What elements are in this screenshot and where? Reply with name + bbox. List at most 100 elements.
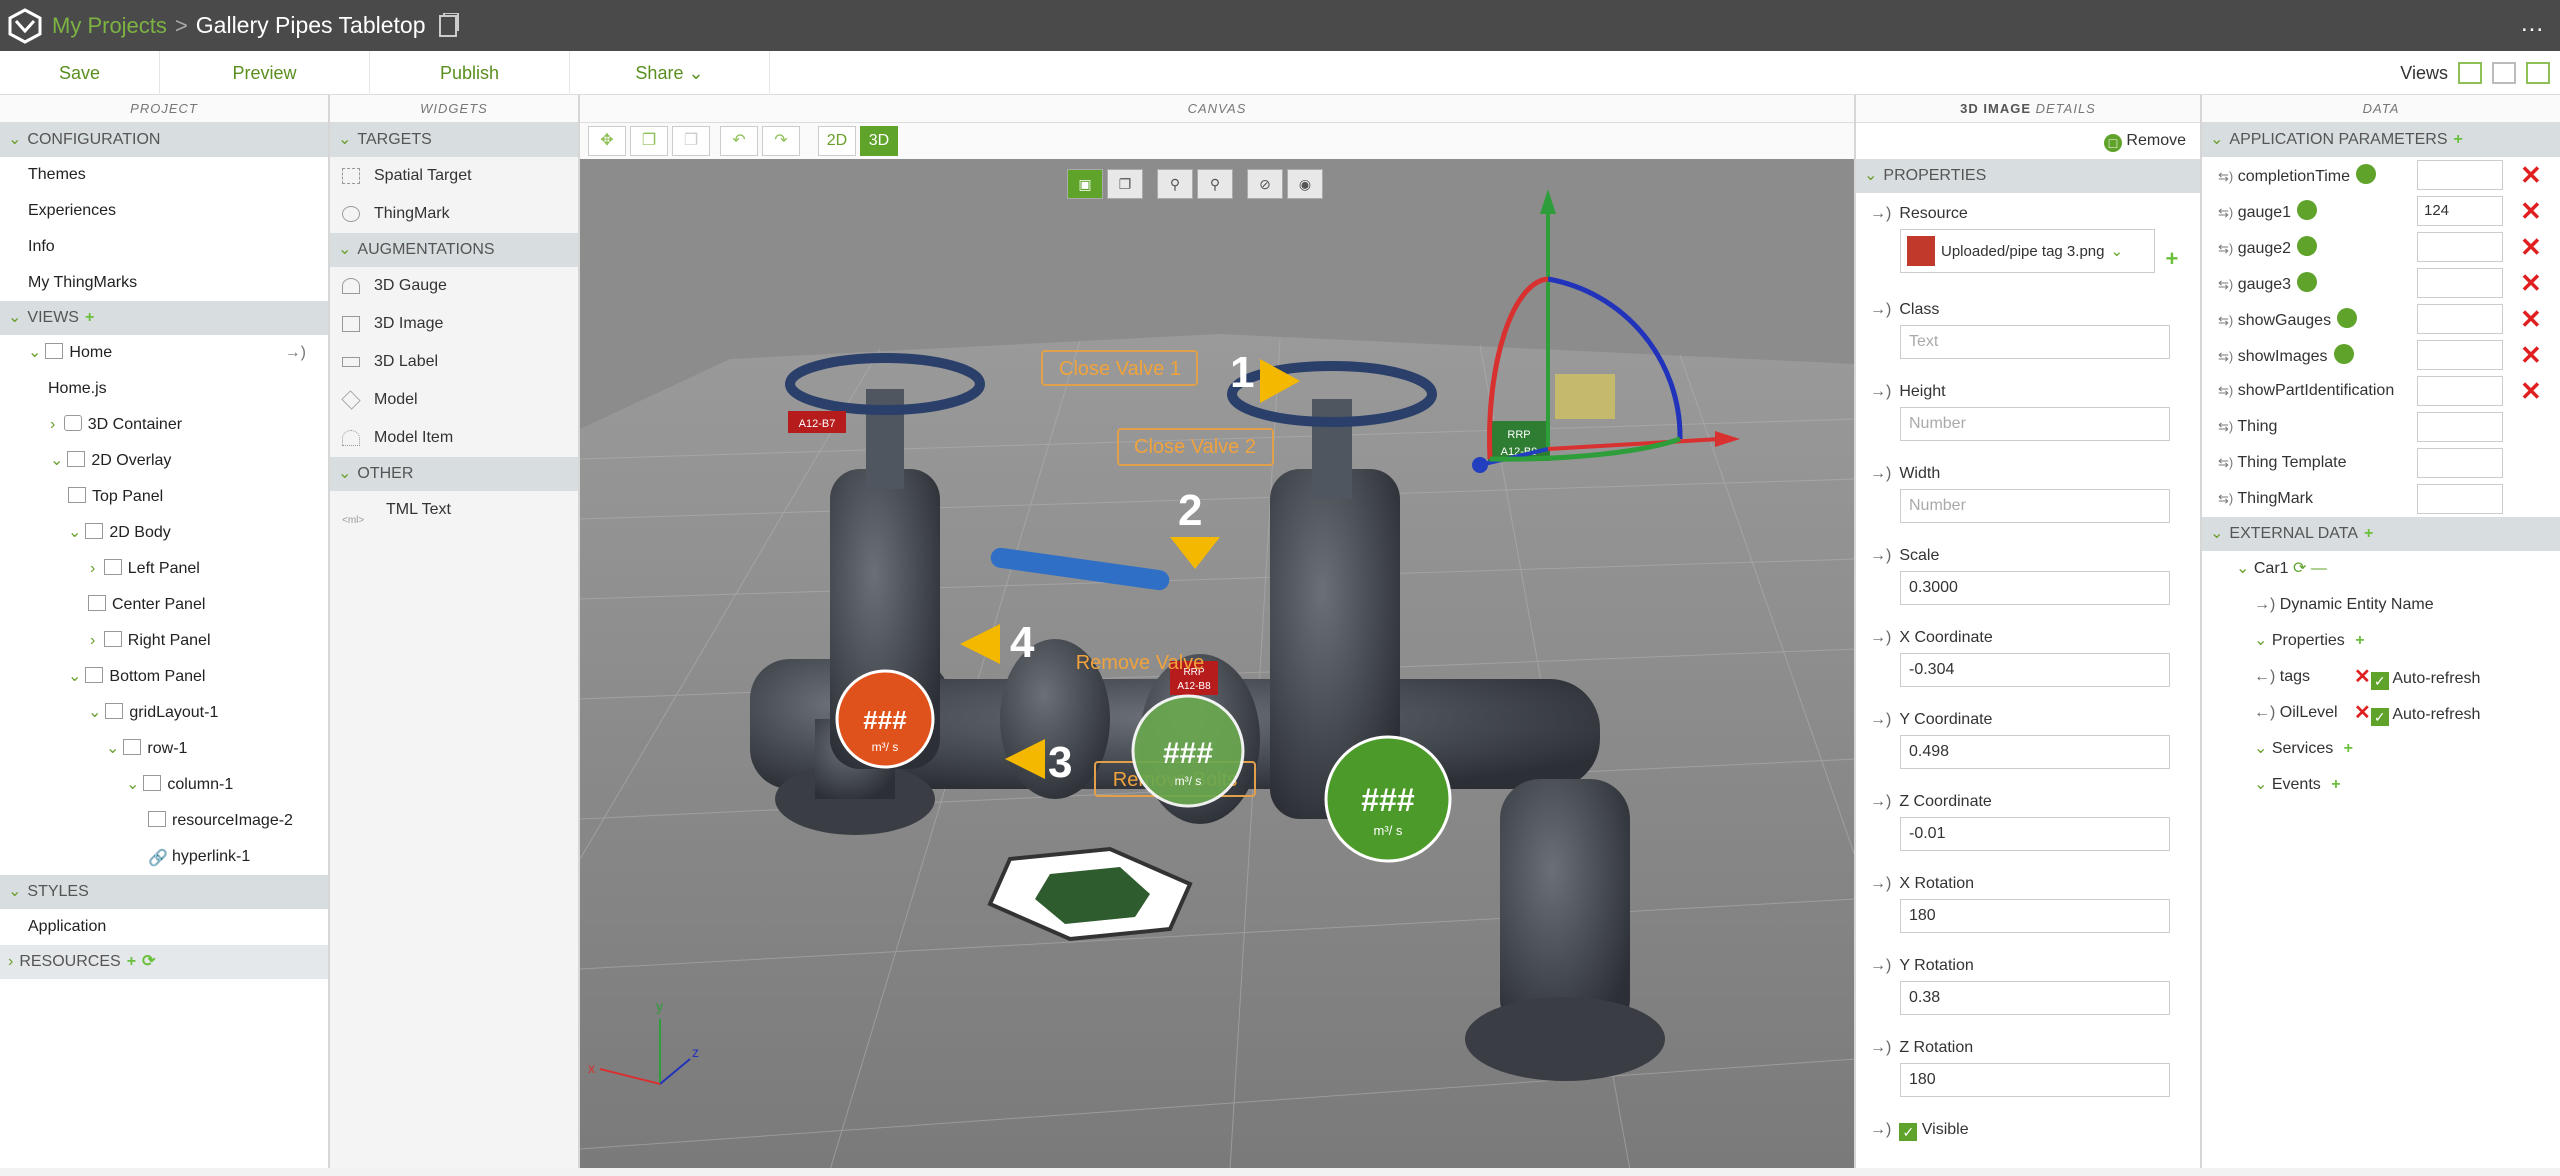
parameter-row[interactable]: ⇆) gauge2 ✕ [2202,229,2560,265]
resources-section[interactable]: › RESOURCES + ⟳ [0,945,328,979]
parameter-value-input[interactable] [2417,160,2503,190]
hide-icon[interactable]: ⊘ [1247,169,1283,199]
view-3d-icon[interactable]: ▣ [1067,169,1103,199]
tree-row[interactable]: ⌄ row-1 [0,731,328,767]
widget-3d-gauge[interactable]: 3D Gauge [330,267,578,305]
mode-3d-button[interactable]: 3D [860,126,898,156]
widget-3d-image[interactable]: 3D Image [330,305,578,343]
add-service-icon[interactable]: + [2344,740,2353,757]
parameter-row[interactable]: ⇆) ThingMark [2202,481,2560,517]
field-input[interactable]: Number [1900,407,2170,441]
delete-parameter-icon[interactable]: ✕ [2520,376,2542,406]
tree-left-panel[interactable]: › Left Panel [0,551,328,587]
field-input[interactable]: -0.304 [1900,653,2170,687]
chevron-down-icon[interactable]: ⌄ [88,704,101,721]
save-button[interactable]: Save [0,50,160,95]
field-input[interactable]: 180 [1900,899,2170,933]
add-property-icon[interactable]: + [2355,632,2364,649]
add-external-data-icon[interactable]: + [2364,525,2373,542]
view-2d-icon[interactable]: ❐ [1107,169,1143,199]
chevron-right-icon[interactable]: › [90,632,95,649]
parameter-value-input[interactable] [2417,484,2503,514]
add-resource-icon[interactable]: + [2165,246,2178,271]
delete-parameter-icon[interactable]: ✕ [2520,304,2542,334]
remove-button[interactable]: □ Remove [1856,123,2200,159]
navigate-arrow-icon[interactable]: →) [285,335,306,371]
property-tags-row[interactable]: ←) tags ✕ ✓ Auto-refresh [2202,659,2560,695]
delete-parameter-icon[interactable]: ✕ [2520,268,2542,298]
binding-arrow-icon[interactable]: →) [1870,1121,1891,1138]
parameter-value-input[interactable] [2417,268,2503,298]
parameter-row[interactable]: ⇆) completionTime ✕ [2202,157,2560,193]
parameter-value-input[interactable] [2417,304,2503,334]
tree-center-panel[interactable]: Center Panel [0,587,328,623]
view-bottom-panel-icon[interactable] [2492,62,2516,84]
widget-3d-label[interactable]: 3D Label [330,343,578,381]
widget-model[interactable]: Model [330,381,578,419]
tree-2d-overlay[interactable]: ⌄ 2D Overlay [0,443,328,479]
parameter-row[interactable]: ⇆) showPartIdentification ✕ [2202,373,2560,409]
view-right-panel-icon[interactable] [2526,62,2550,84]
publish-button[interactable]: Publish [370,50,570,95]
dynamic-entity-row[interactable]: →) Dynamic Entity Name [2202,587,2560,623]
parameter-value-input[interactable] [2417,448,2503,478]
binding-arrow-icon[interactable]: →) [1870,711,1891,728]
parameter-row[interactable]: ⇆) gauge1 124 ✕ [2202,193,2560,229]
binding-arrow-icon[interactable]: →) [1870,301,1891,318]
widget-model-item[interactable]: Model Item [330,419,578,457]
parameter-value-input[interactable] [2417,232,2503,262]
services-node[interactable]: ⌄ Services + [2202,731,2560,767]
parameter-row[interactable]: ⇆) Thing Template [2202,445,2560,481]
tree-grid-layout[interactable]: ⌄ gridLayout-1 [0,695,328,731]
refresh-icon[interactable]: ⟳ [142,953,155,970]
config-item-experiences[interactable]: Experiences [0,193,328,229]
configuration-section[interactable]: ⌄ CONFIGURATION [0,123,328,157]
targets-section[interactable]: ⌄ TARGETS [330,123,578,157]
events-node[interactable]: ⌄ Events + [2202,767,2560,803]
tree-2d-body[interactable]: ⌄ 2D Body [0,515,328,551]
parameter-value-input[interactable]: 124 [2417,196,2503,226]
3d-scene[interactable]: A12-B7 RRP A12-B9 RRP A12-B8 Close Valve… [580,159,1856,1168]
remove-tags-icon[interactable]: ✕ [2354,666,2371,688]
chevron-down-icon[interactable]: ⌄ [50,452,63,469]
share-button[interactable]: Share ⌄ [570,50,770,95]
tree-home[interactable]: ⌄ Home →) [0,335,328,371]
delete-parameter-icon[interactable]: ✕ [2520,160,2542,190]
binding-arrow-icon[interactable]: →) [1870,547,1891,564]
binding-arrow-icon[interactable]: →) [1870,383,1891,400]
document-icon[interactable] [438,12,460,39]
field-input[interactable]: 0.38 [1900,981,2170,1015]
mode-2d-button[interactable]: 2D [818,126,856,156]
parameter-value-input[interactable] [2417,340,2503,370]
binding-arrow-icon[interactable]: →) [1870,205,1891,222]
more-menu-button[interactable]: ... [2521,10,2544,38]
widget-thingmark[interactable]: ThingMark [330,195,578,233]
delete-parameter-icon[interactable]: ✕ [2520,196,2542,226]
field-input[interactable]: Text [1900,325,2170,359]
copy-icon[interactable]: ❐ [630,126,668,156]
redo-icon[interactable]: ↷ [762,126,800,156]
show-icon[interactable]: ◉ [1287,169,1323,199]
undo-icon[interactable]: ↶ [720,126,758,156]
properties-node[interactable]: ⌄ Properties + [2202,623,2560,659]
parameter-row[interactable]: ⇆) Thing [2202,409,2560,445]
resource-select[interactable]: Uploaded/pipe tag 3.png ⌄ [1900,229,2155,273]
config-item-thingmarks[interactable]: My ThingMarks [0,265,328,301]
augmentations-section[interactable]: ⌄ AUGMENTATIONS [330,233,578,267]
preview-button[interactable]: Preview [160,50,370,95]
parameter-value-input[interactable] [2417,376,2503,406]
chevron-right-icon[interactable]: › [50,416,55,433]
binding-arrow-icon[interactable]: →) [1870,1039,1891,1056]
add-resource-icon[interactable]: + [127,953,136,970]
chevron-down-icon[interactable]: ⌄ [2110,242,2123,260]
other-section[interactable]: ⌄ OTHER [330,457,578,491]
field-input[interactable]: 0.3000 [1900,571,2170,605]
add-parameter-icon[interactable]: + [2454,131,2463,148]
tree-right-panel[interactable]: › Right Panel [0,623,328,659]
edit-pencil-icon[interactable] [2333,344,2354,364]
field-input[interactable]: 180 [1900,1063,2170,1097]
binding-arrow-icon[interactable]: →) [1870,793,1891,810]
edit-pencil-icon[interactable] [2297,236,2318,256]
edit-pencil-icon[interactable] [2297,272,2318,292]
field-input[interactable]: -0.01 [1900,817,2170,851]
